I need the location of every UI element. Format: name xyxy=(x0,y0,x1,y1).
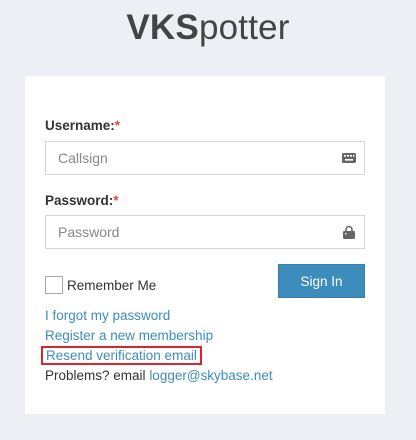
required-marker: * xyxy=(114,118,121,133)
forgot-row: I forgot my password xyxy=(45,306,273,326)
password-label-text: Password: xyxy=(45,193,114,208)
sign-in-button[interactable]: Sign In xyxy=(278,264,365,298)
password-label: Password:* xyxy=(45,193,119,208)
logo-light-text: potter xyxy=(198,8,290,47)
required-marker: * xyxy=(113,193,119,208)
lock-icon xyxy=(342,225,356,239)
forgot-password-link[interactable]: I forgot my password xyxy=(45,308,170,323)
problems-row: Problems? email logger@skybase.net xyxy=(45,366,273,386)
resend-verification-link[interactable]: Resend verification email xyxy=(41,346,202,365)
username-label-text: Username: xyxy=(45,118,115,133)
app-logo: VKSpotter xyxy=(0,6,416,50)
login-box: Username:* Password:* xyxy=(25,76,385,414)
support-email-link[interactable]: logger@skybase.net xyxy=(149,368,272,383)
resend-row: Resend verification email xyxy=(41,346,273,366)
problems-text: Problems? email xyxy=(45,368,146,383)
username-label: Username:* xyxy=(45,118,120,133)
password-field-wrapper xyxy=(45,215,365,249)
username-input[interactable] xyxy=(46,142,326,174)
password-input[interactable] xyxy=(46,216,326,248)
register-row: Register a new membership xyxy=(45,326,273,346)
links-list: I forgot my password Register a new memb… xyxy=(41,306,273,386)
username-field-wrapper xyxy=(45,141,365,175)
remember-checkbox[interactable] xyxy=(45,276,63,294)
keyboard-icon xyxy=(342,151,356,165)
register-link[interactable]: Register a new membership xyxy=(45,328,213,343)
remember-me: Remember Me xyxy=(45,276,156,294)
logo-bold-text: VKS xyxy=(126,8,199,47)
remember-label: Remember Me xyxy=(67,277,157,293)
